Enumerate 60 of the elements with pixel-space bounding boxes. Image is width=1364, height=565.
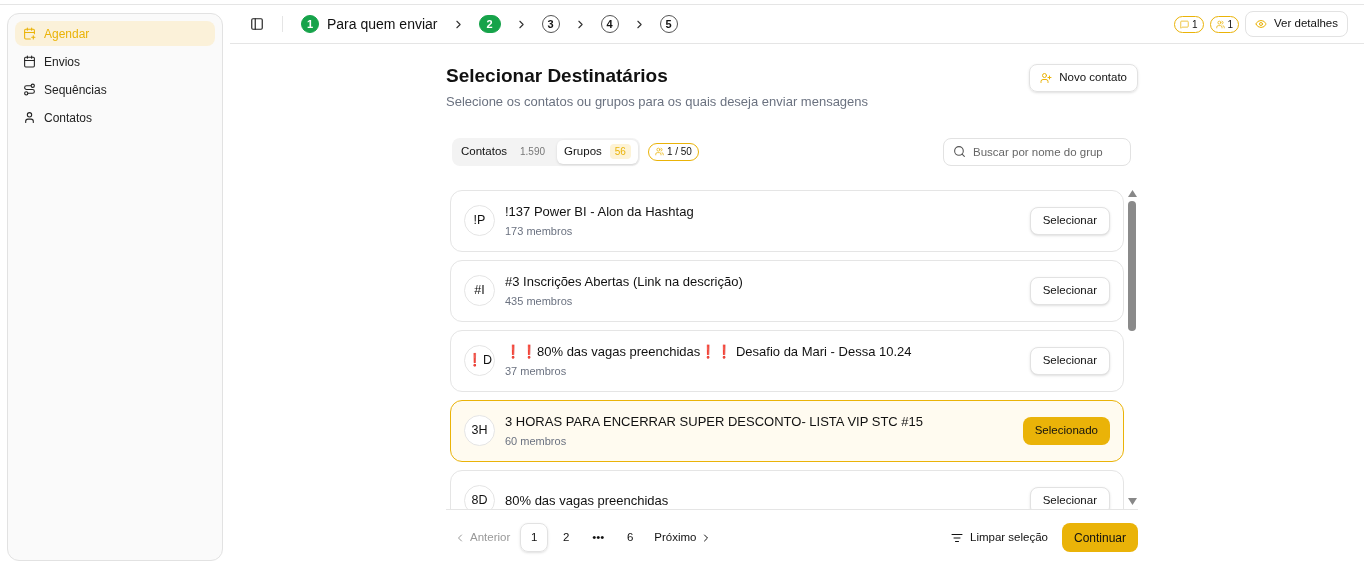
page-button[interactable]: ••• — [584, 523, 613, 552]
scroll-up-icon[interactable] — [1127, 189, 1137, 197]
step-number: 4 — [600, 15, 619, 33]
select-button[interactable]: Selecionar — [1029, 276, 1110, 305]
details-button[interactable]: Ver detalhes — [1245, 11, 1348, 37]
member-count: 435 membros — [505, 294, 574, 309]
search-icon — [953, 145, 966, 158]
select-button[interactable]: Selecionar — [1029, 486, 1110, 509]
sidebar-item[interactable]: Contatos — [15, 105, 215, 130]
group-card[interactable]: 3H 3 HORAS PARA ENCERRAR SUPER DESCONTO- LISTA VIP STC #15 60 membros Selecionado — [450, 399, 1124, 462]
sidebar-toggle-icon[interactable] — [250, 17, 264, 31]
group-avatar: 8D — [464, 485, 495, 509]
page-title: Selecionar Destinatários — [446, 64, 669, 88]
user-plus-icon — [1040, 72, 1053, 84]
step-number: 2 — [478, 15, 501, 33]
selected-button[interactable]: Selecionado — [1022, 416, 1110, 445]
users-icon — [1215, 19, 1225, 29]
group-avatar: ❗D — [464, 345, 495, 376]
search-field[interactable]: Buscar por nome do grup — [943, 137, 1131, 166]
group-card[interactable]: 8D 80% das vagas preenchidas Selecionar — [450, 469, 1124, 509]
user-icon — [23, 111, 36, 124]
group-name: #3 Inscrições Abertas (Link na descrição) — [505, 272, 744, 291]
member-count: 37 membros — [505, 364, 568, 379]
next-button[interactable]: Próximo — [646, 528, 721, 547]
step-number: 5 — [659, 15, 678, 33]
select-button[interactable]: Selecionar — [1029, 346, 1110, 375]
group-avatar: 3H — [464, 415, 495, 446]
sidebar-item[interactable]: Envios — [15, 49, 215, 74]
scroll-down-icon[interactable] — [1127, 498, 1137, 505]
step-number: 1 — [301, 15, 319, 33]
group-name: 80% das vagas preenchidas — [505, 491, 670, 509]
group-name: !137 Power BI - Alon da Hashtag — [505, 202, 695, 221]
page-button[interactable]: 6 — [616, 523, 645, 552]
new-contact-button[interactable]: Novo contato — [1029, 64, 1138, 92]
page-button[interactable]: 1 — [520, 523, 549, 552]
calendar-plus-icon — [23, 27, 36, 40]
clear-selection-button[interactable]: Limpar seleção — [943, 528, 1056, 547]
step-number: 3 — [541, 15, 560, 33]
eye-icon — [1255, 18, 1268, 30]
member-count: 60 membros — [505, 434, 568, 449]
continue-button[interactable]: Continuar — [1061, 523, 1138, 552]
group-avatar: !P — [464, 205, 495, 236]
select-button[interactable]: Selecionar — [1029, 206, 1110, 235]
step-label: Para quem enviar — [327, 14, 438, 34]
tab[interactable]: Contatos 1.590 — [454, 139, 558, 164]
sidebar-item[interactable]: Sequências — [15, 77, 215, 102]
route-icon — [23, 83, 36, 96]
group-card[interactable]: ❗D ❗❗80% das vagas preenchidas❗❗ Desafio da Mari - Dessa 10.24 37 membros Selecionar — [450, 329, 1124, 392]
message-icon — [1179, 19, 1189, 29]
page-subtitle: Selecione os contatos ou grupos para os quais deseja enviar mensagens — [446, 93, 869, 111]
member-count: 173 membros — [505, 224, 574, 239]
tab[interactable]: Grupos 56 — [557, 139, 638, 164]
list-icon — [951, 531, 963, 544]
page-button[interactable]: 2 — [552, 523, 581, 552]
calendar-icon — [23, 55, 36, 68]
group-card[interactable]: #I #3 Inscrições Abertas (Link na descrição) 435 membros Selecionar — [450, 259, 1124, 322]
group-name: 3 HORAS PARA ENCERRAR SUPER DESCONTO- LISTA VIP STC #15 — [505, 412, 925, 431]
group-name: ❗❗80% das vagas preenchidas❗❗ Desafio da Mari - Dessa 10.24 — [505, 342, 913, 361]
group-card[interactable]: !P !137 Power BI - Alon da Hashtag 173 membros Selecionar — [450, 189, 1124, 252]
group-avatar: #I — [464, 275, 495, 306]
